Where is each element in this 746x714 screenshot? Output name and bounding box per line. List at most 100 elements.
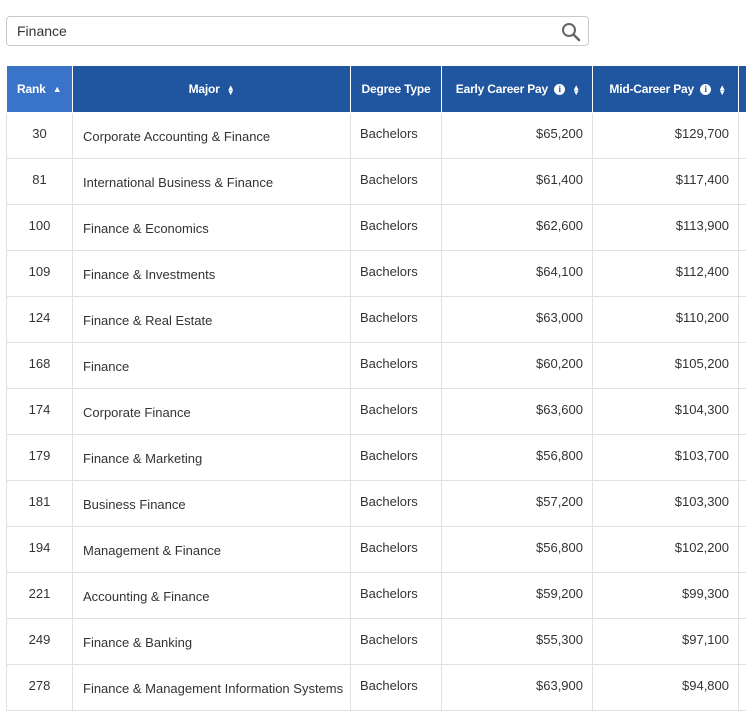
early-career-pay-cell: $56,800 xyxy=(441,526,593,573)
degree-type-cell: Bachelors xyxy=(350,526,442,573)
sort-icon: ▲ ▼ xyxy=(226,82,235,97)
table-row[interactable]: 249 Finance & Banking Bachelors $55,300 $97,… xyxy=(6,618,746,665)
major-cell: Finance xyxy=(72,342,351,389)
search-input[interactable] xyxy=(7,17,547,45)
table-row[interactable]: 168 Finance Bachelors $60,200 $105,200 xyxy=(6,342,746,389)
rank-cell: 168 xyxy=(6,342,73,389)
table-row[interactable]: 100 Finance & Economics Bachelors $62,600 $1… xyxy=(6,204,746,251)
table-row[interactable]: 109 Finance & Investments Bachelors $64,100… xyxy=(6,250,746,297)
overflow-cell xyxy=(738,526,746,573)
major-cell: Finance & Economics xyxy=(72,204,351,251)
rank-cell: 81 xyxy=(6,158,73,205)
early-career-pay-cell: $59,200 xyxy=(441,572,593,619)
degree-type-cell: Bachelors xyxy=(350,480,442,527)
column-header-mid-career-pay[interactable]: Mid-Career Pay i ▲ ▼ xyxy=(592,66,739,113)
rank-cell: 124 xyxy=(6,296,73,343)
overflow-cell xyxy=(738,112,746,159)
early-career-pay-cell: $63,900 xyxy=(441,664,593,711)
degree-type-cell: Bachelors xyxy=(350,296,442,343)
table-body: 30 Corporate Accounting & Finance Bachelor… xyxy=(6,112,746,711)
table-row[interactable]: 124 Finance & Real Estate Bachelors $63,000… xyxy=(6,296,746,343)
mid-career-pay-cell: $105,200 xyxy=(592,342,739,389)
sort-ascending-icon: ▲ xyxy=(52,84,62,95)
overflow-cell xyxy=(738,342,746,389)
degree-type-cell: Bachelors xyxy=(350,572,442,619)
early-career-pay-cell: $65,200 xyxy=(441,112,593,159)
early-career-pay-cell: $63,000 xyxy=(441,296,593,343)
table-row[interactable]: 194 Management & Finance Bachelors $56,800 $… xyxy=(6,526,746,573)
major-cell: Corporate Accounting & Finance xyxy=(72,112,351,159)
major-cell: Management & Finance xyxy=(72,526,351,573)
major-cell: Finance & Management Information Systems xyxy=(72,664,351,711)
mid-career-pay-cell: $110,200 xyxy=(592,296,739,343)
search-box xyxy=(6,16,589,46)
early-career-pay-cell: $62,600 xyxy=(441,204,593,251)
overflow-cell xyxy=(738,664,746,711)
info-icon[interactable]: i xyxy=(700,84,712,96)
mid-career-pay-cell: $117,400 xyxy=(592,158,739,205)
rank-cell: 194 xyxy=(6,526,73,573)
overflow-cell xyxy=(738,296,746,343)
degree-type-cell: Bachelors xyxy=(350,664,442,711)
rank-cell: 109 xyxy=(6,250,73,297)
column-header-label: Early Career Pay xyxy=(455,81,548,96)
mid-career-pay-cell: $113,900 xyxy=(592,204,739,251)
early-career-pay-cell: $56,800 xyxy=(441,434,593,481)
search-icon[interactable] xyxy=(561,22,581,42)
major-cell: Finance & Banking xyxy=(72,618,351,665)
sort-icon: ▲ ▼ xyxy=(718,82,726,97)
rank-cell: 278 xyxy=(6,664,73,711)
salary-table: Rank ▲ Major ▲ ▼ Degree Type Early Career… xyxy=(6,66,746,711)
mid-career-pay-cell: $102,200 xyxy=(592,526,739,573)
overflow-cell xyxy=(738,572,746,619)
major-cell: Accounting & Finance xyxy=(72,572,351,619)
table-header-row: Rank ▲ Major ▲ ▼ Degree Type Early Career… xyxy=(6,66,746,113)
table-row[interactable]: 181 Business Finance Bachelors $57,200 $103,… xyxy=(6,480,746,527)
major-cell: Finance & Marketing xyxy=(72,434,351,481)
table-row[interactable]: 30 Corporate Accounting & Finance Bachelor… xyxy=(6,112,746,159)
table-row[interactable]: 179 Finance & Marketing Bachelors $56,800 $1… xyxy=(6,434,746,481)
table-row[interactable]: 278 Finance & Management Information Syst… xyxy=(6,664,746,711)
rank-cell: 30 xyxy=(6,112,73,159)
major-cell: Finance & Real Estate xyxy=(72,296,351,343)
degree-type-cell: Bachelors xyxy=(350,388,442,435)
degree-type-cell: Bachelors xyxy=(350,204,442,251)
column-header-early-career-pay[interactable]: Early Career Pay i ▲ ▼ xyxy=(441,66,593,113)
info-icon[interactable]: i xyxy=(554,84,566,96)
mid-career-pay-cell: $99,300 xyxy=(592,572,739,619)
mid-career-pay-cell: $129,700 xyxy=(592,112,739,159)
early-career-pay-cell: $63,600 xyxy=(441,388,593,435)
rank-cell: 181 xyxy=(6,480,73,527)
column-header-label: Major xyxy=(188,81,220,96)
rank-cell: 174 xyxy=(6,388,73,435)
table-row[interactable]: 221 Accounting & Finance Bachelors $59,200 $… xyxy=(6,572,746,619)
early-career-pay-cell: $61,400 xyxy=(441,158,593,205)
column-header-label: Mid-Career Pay xyxy=(609,81,694,96)
degree-type-cell: Bachelors xyxy=(350,250,442,297)
early-career-pay-cell: $55,300 xyxy=(441,618,593,665)
column-header-label: Rank xyxy=(17,81,46,96)
degree-type-cell: Bachelors xyxy=(350,434,442,481)
overflow-cell xyxy=(738,158,746,205)
overflow-cell xyxy=(738,480,746,527)
salary-table-container: Rank ▲ Major ▲ ▼ Degree Type Early Career… xyxy=(6,66,746,711)
mid-career-pay-cell: $94,800 xyxy=(592,664,739,711)
major-cell: Business Finance xyxy=(72,480,351,527)
degree-type-cell: Bachelors xyxy=(350,112,442,159)
column-header-overflow xyxy=(738,66,746,113)
sort-icon: ▲ ▼ xyxy=(572,82,580,97)
early-career-pay-cell: $60,200 xyxy=(441,342,593,389)
overflow-cell xyxy=(738,434,746,481)
overflow-cell xyxy=(738,204,746,251)
column-header-rank[interactable]: Rank ▲ xyxy=(6,66,73,113)
mid-career-pay-cell: $104,300 xyxy=(592,388,739,435)
mid-career-pay-cell: $103,700 xyxy=(592,434,739,481)
degree-type-cell: Bachelors xyxy=(350,342,442,389)
table-row[interactable]: 81 International Business & Finance Bachel… xyxy=(6,158,746,205)
early-career-pay-cell: $57,200 xyxy=(441,480,593,527)
table-row[interactable]: 174 Corporate Finance Bachelors $63,600 $104… xyxy=(6,388,746,435)
degree-type-cell: Bachelors xyxy=(350,618,442,665)
degree-type-cell: Bachelors xyxy=(350,158,442,205)
mid-career-pay-cell: $103,300 xyxy=(592,480,739,527)
column-header-major[interactable]: Major ▲ ▼ xyxy=(72,66,351,113)
